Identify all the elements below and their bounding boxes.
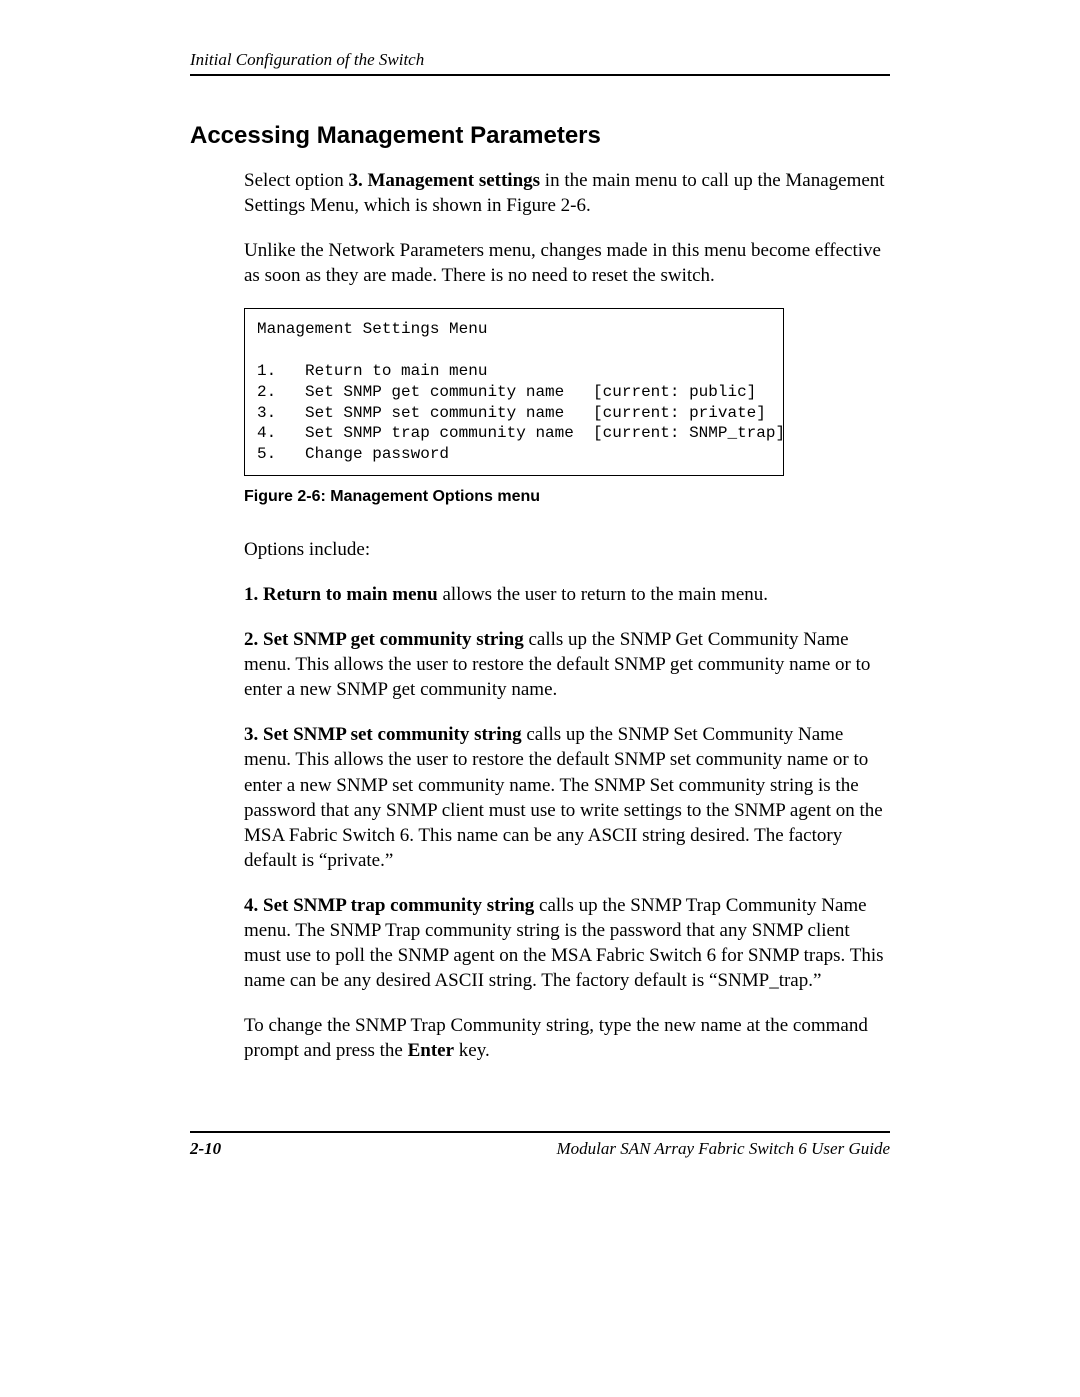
header-rule [190, 74, 890, 76]
running-head: Initial Configuration of the Switch [190, 50, 890, 70]
menu-line-3: 3. Set SNMP set community name [current:… [257, 404, 766, 422]
option-3: 3. Set SNMP set community string calls u… [244, 722, 890, 872]
option-2-bold: 2. Set SNMP get community string [244, 629, 524, 650]
menu-line-5: 5. Change password [257, 445, 449, 463]
option-2: 2. Set SNMP get community string calls u… [244, 627, 890, 702]
option-4: 4. Set SNMP trap community string calls … [244, 893, 890, 993]
management-settings-menu: Management Settings Menu 1. Return to ma… [244, 308, 784, 476]
option-1-bold: 1. Return to main menu [244, 584, 438, 605]
menu-line-4: 4. Set SNMP trap community name [current… [257, 424, 785, 442]
intro-p1-bold: 3. Management settings [348, 170, 540, 191]
option-3-rest: calls up the SNMP Set Community Name men… [244, 724, 883, 870]
page-footer: 2-10 Modular SAN Array Fabric Switch 6 U… [190, 1131, 890, 1159]
change-pre: To change the SNMP Trap Community string… [244, 1015, 868, 1061]
option-1-rest: allows the user to return to the main me… [438, 584, 768, 605]
option-1: 1. Return to main menu allows the user t… [244, 582, 890, 607]
change-bold: Enter [408, 1040, 454, 1061]
page-number: 2-10 [190, 1139, 221, 1159]
intro-p1-pre: Select option [244, 170, 348, 191]
options-lead: Options include: [244, 537, 890, 562]
intro-paragraph-1: Select option 3. Management settings in … [244, 168, 890, 218]
menu-title: Management Settings Menu [257, 320, 487, 338]
document-title: Modular SAN Array Fabric Switch 6 User G… [556, 1139, 890, 1159]
change-post: key. [454, 1040, 490, 1061]
figure-caption: Figure 2-6: Management Options menu [244, 486, 890, 507]
menu-line-1: 1. Return to main menu [257, 362, 487, 380]
intro-paragraph-2: Unlike the Network Parameters menu, chan… [244, 238, 890, 288]
body-content: Select option 3. Management settings in … [244, 168, 890, 1063]
option-4-bold: 4. Set SNMP trap community string [244, 895, 534, 916]
document-page: Initial Configuration of the Switch Acce… [0, 0, 1080, 1159]
menu-line-2: 2. Set SNMP get community name [current:… [257, 383, 756, 401]
section-title: Accessing Management Parameters [190, 122, 890, 150]
change-instruction: To change the SNMP Trap Community string… [244, 1013, 890, 1063]
option-3-bold: 3. Set SNMP set community string [244, 724, 522, 745]
